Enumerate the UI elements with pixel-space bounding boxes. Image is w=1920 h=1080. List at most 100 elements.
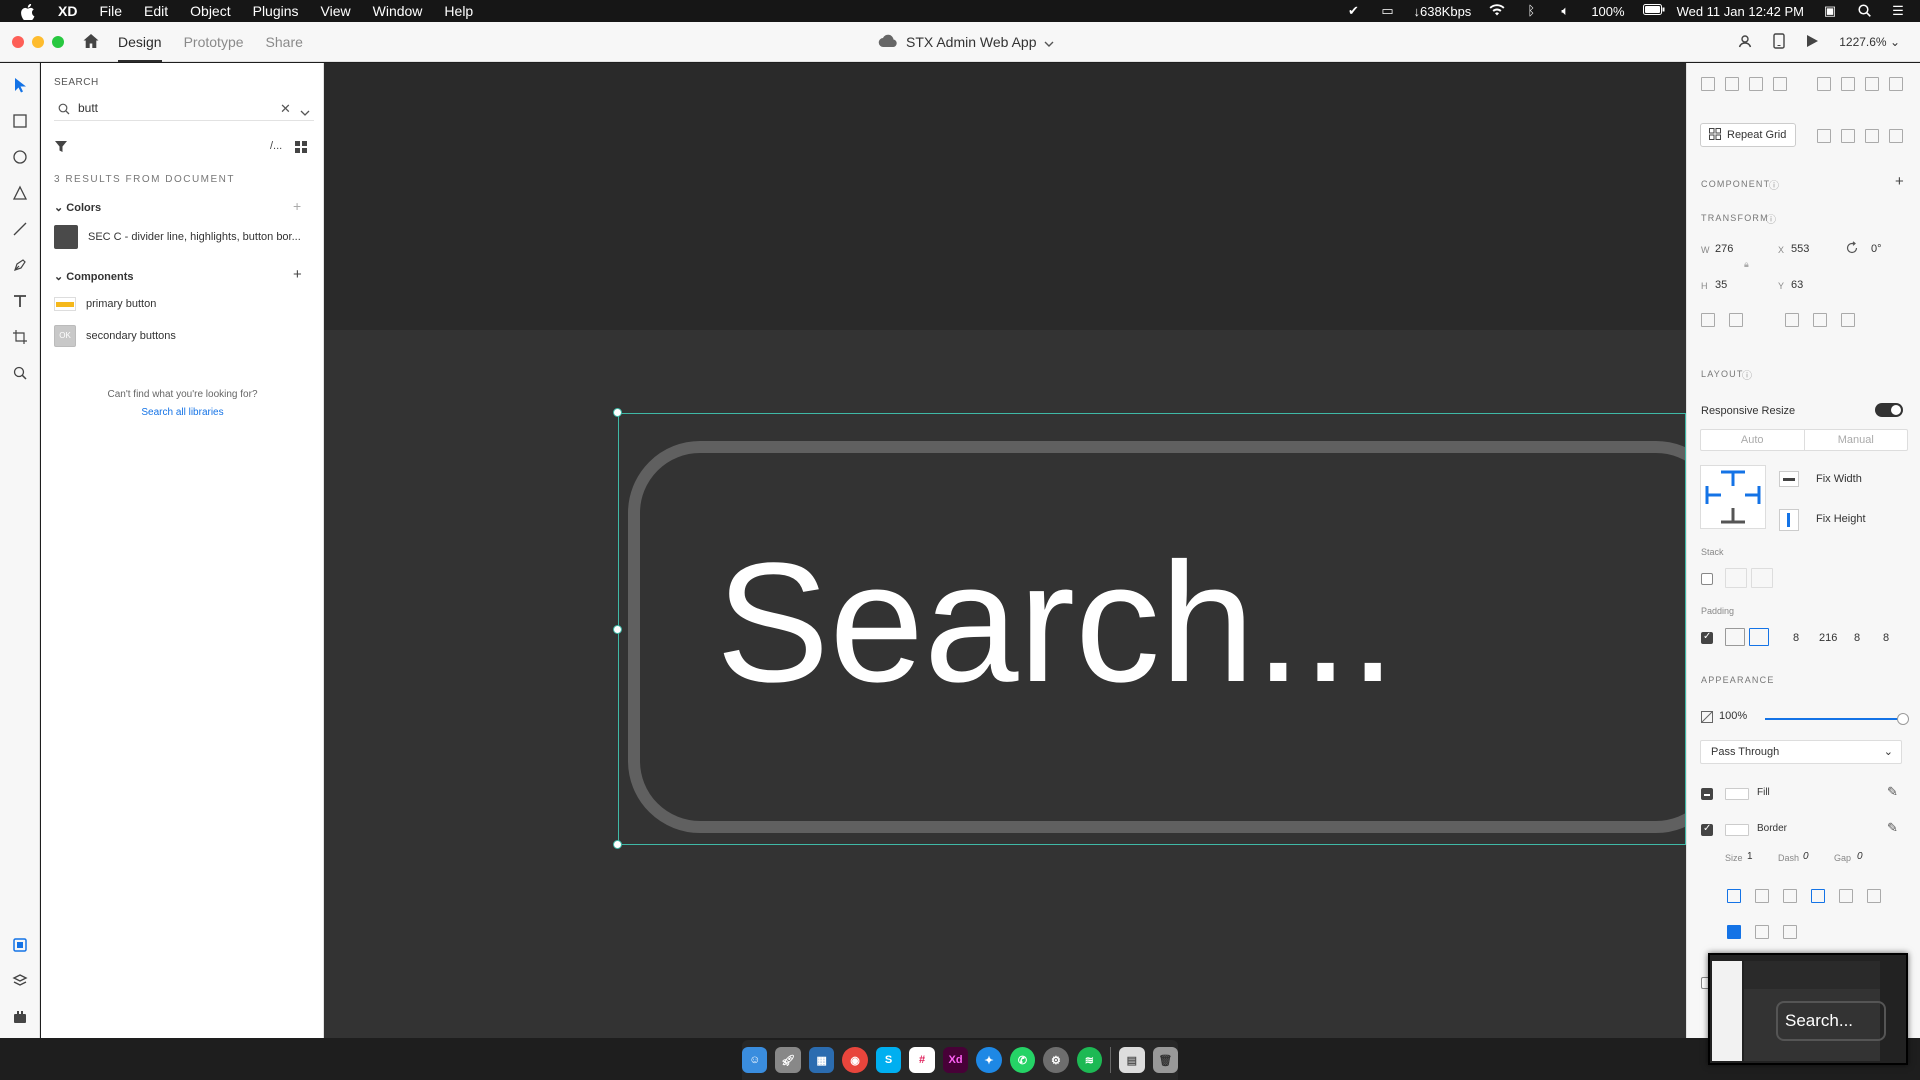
- grid-view-icon[interactable]: [295, 140, 307, 158]
- subtract-boolean-icon[interactable]: [1841, 129, 1855, 143]
- repeat-grid-button[interactable]: Repeat Grid: [1700, 123, 1796, 147]
- airplay-icon[interactable]: ▭: [1379, 4, 1395, 18]
- align-right-icon[interactable]: [1865, 77, 1879, 91]
- exclude-boolean-icon[interactable]: [1889, 129, 1903, 143]
- line-tool-icon[interactable]: [10, 219, 30, 239]
- bluetooth-icon[interactable]: ᛒ: [1523, 4, 1539, 18]
- join-miter-icon[interactable]: [1727, 925, 1741, 939]
- colors-section-toggle[interactable]: ⌄ Colors: [54, 201, 101, 214]
- align-center-icon[interactable]: [1841, 77, 1855, 91]
- menu-edit[interactable]: Edit: [144, 3, 168, 19]
- fill-checkbox[interactable]: [1701, 788, 1713, 800]
- slack-icon[interactable]: #: [909, 1047, 935, 1073]
- add-component-icon[interactable]: +: [1895, 173, 1904, 190]
- y-input[interactable]: 63: [1791, 279, 1803, 291]
- padding-right-input[interactable]: 216: [1819, 632, 1837, 644]
- more-options-button[interactable]: /...: [270, 140, 282, 152]
- padding-top-input[interactable]: 8: [1793, 632, 1799, 644]
- ellipse-tool-icon[interactable]: [10, 147, 30, 167]
- resize-handle-left[interactable]: [613, 625, 622, 634]
- play-icon[interactable]: [1805, 34, 1819, 51]
- components-section-toggle[interactable]: ⌄ Components: [54, 270, 134, 283]
- skype-icon[interactable]: S: [875, 1047, 902, 1073]
- flip-horizontal-icon[interactable]: [1701, 313, 1715, 327]
- stack-vertical-icon[interactable]: [1725, 568, 1747, 588]
- menu-window[interactable]: Window: [373, 3, 423, 19]
- device-preview-icon[interactable]: [1773, 32, 1785, 52]
- join-bevel-icon[interactable]: [1783, 925, 1797, 939]
- menu-view[interactable]: View: [321, 3, 351, 19]
- spotify-icon[interactable]: ≋: [1076, 1047, 1103, 1073]
- fill-color-chip[interactable]: [1725, 788, 1749, 800]
- finder-icon[interactable]: ☺: [741, 1047, 768, 1073]
- x-input[interactable]: 553: [1791, 243, 1809, 255]
- chrome-icon[interactable]: ◉: [842, 1047, 868, 1073]
- volume-icon[interactable]: 🔈︎: [1557, 4, 1573, 18]
- distribute-vertical-icon[interactable]: [1773, 77, 1787, 91]
- battery-icon[interactable]: [1642, 4, 1665, 18]
- border-checkbox[interactable]: [1701, 823, 1713, 836]
- spotlight-search-icon[interactable]: [1856, 4, 1872, 18]
- pen-tool-icon[interactable]: [10, 255, 30, 275]
- menu-app-name[interactable]: XD: [58, 3, 77, 19]
- add-color-icon[interactable]: +: [293, 198, 301, 214]
- zoom-tool-icon[interactable]: [10, 363, 30, 383]
- wifi-icon[interactable]: [1489, 4, 1505, 18]
- window-minimize-button[interactable]: [32, 36, 44, 48]
- artboard-tool-icon[interactable]: [10, 327, 30, 347]
- stroke-inside-icon[interactable]: [1811, 889, 1825, 903]
- eyedropper-icon[interactable]: ✎: [1887, 820, 1898, 836]
- padding-checkbox[interactable]: [1701, 631, 1713, 644]
- window-maximize-button[interactable]: [52, 36, 64, 48]
- responsive-resize-toggle[interactable]: [1875, 403, 1903, 417]
- plugins-panel-icon[interactable]: [10, 1007, 30, 1027]
- check-circle-icon[interactable]: ✔: [1345, 4, 1361, 18]
- rectangle-tool-icon[interactable]: [10, 111, 30, 131]
- cap-butt-icon[interactable]: [1727, 889, 1741, 903]
- eyedropper-icon[interactable]: ✎: [1887, 784, 1898, 800]
- canvas-minimap[interactable]: Search...: [1708, 953, 1908, 1065]
- assets-search-input[interactable]: butt: [78, 101, 98, 115]
- menu-help[interactable]: Help: [444, 3, 473, 19]
- align-left-icon[interactable]: [1817, 77, 1831, 91]
- padding-bottom-input[interactable]: 8: [1854, 632, 1860, 644]
- mission-control-icon[interactable]: ▦: [808, 1047, 835, 1073]
- assets-panel-icon[interactable]: [10, 935, 30, 955]
- stroke-outside-icon[interactable]: [1867, 889, 1881, 903]
- text-tool-icon[interactable]: [10, 291, 30, 311]
- cap-round-icon[interactable]: [1755, 889, 1769, 903]
- zoom-level-dropdown[interactable]: 1227.6% ⌄: [1839, 35, 1900, 49]
- component-item-secondary-buttons[interactable]: OK secondary buttons: [54, 325, 176, 347]
- border-size-input[interactable]: 1: [1747, 851, 1753, 862]
- menu-file[interactable]: File: [99, 3, 122, 19]
- border-gap-input[interactable]: 0: [1857, 851, 1863, 862]
- menubar-datetime[interactable]: Wed 11 Jan 12:42 PM: [1677, 4, 1804, 19]
- chevron-down-icon[interactable]: [300, 103, 310, 121]
- resize-mode-auto[interactable]: Auto: [1701, 430, 1804, 450]
- align-bottom-icon[interactable]: [1749, 77, 1763, 91]
- polygon-tool-icon[interactable]: [10, 183, 30, 203]
- padding-uniform-icon[interactable]: [1725, 628, 1745, 646]
- window-close-button[interactable]: [12, 36, 24, 48]
- layers-panel-icon[interactable]: [10, 971, 30, 991]
- align-middle-icon[interactable]: [1725, 77, 1739, 91]
- rotation-input[interactable]: 0°: [1871, 243, 1882, 255]
- trash-icon[interactable]: 🗑︎: [1152, 1047, 1179, 1073]
- safari-icon[interactable]: ✦: [976, 1047, 1002, 1073]
- search-all-libraries-link[interactable]: Search all libraries: [41, 407, 324, 418]
- tab-design[interactable]: Design: [118, 22, 162, 62]
- distribute-horizontal-icon[interactable]: [1889, 77, 1903, 91]
- home-icon[interactable]: [82, 32, 100, 50]
- document-icon[interactable]: ▤: [1119, 1047, 1145, 1073]
- padding-left-input[interactable]: 8: [1883, 632, 1889, 644]
- width-input[interactable]: 276: [1715, 243, 1733, 255]
- tab-share[interactable]: Share: [266, 22, 303, 62]
- cap-square-icon[interactable]: [1783, 889, 1797, 903]
- align-top-icon[interactable]: [1701, 77, 1715, 91]
- color-asset-item[interactable]: SEC C - divider line, highlights, button…: [54, 225, 301, 249]
- border-color-chip[interactable]: [1725, 824, 1749, 836]
- resize-mode-manual[interactable]: Manual: [1803, 430, 1908, 450]
- document-title-menu[interactable]: STX Admin Web App: [876, 22, 1054, 62]
- share-user-icon[interactable]: [1737, 33, 1753, 52]
- system-settings-icon[interactable]: ⚙: [1043, 1047, 1069, 1073]
